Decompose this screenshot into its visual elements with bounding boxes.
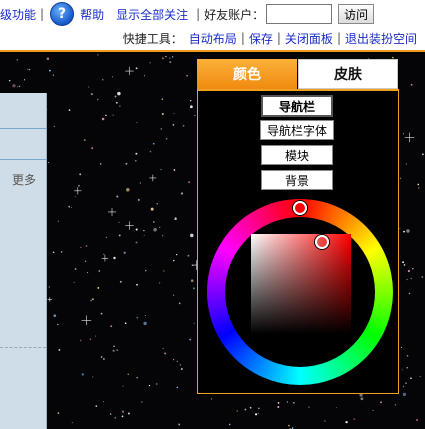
auto-layout-link[interactable]: 自动布局	[189, 30, 237, 47]
quick-tools-label: 快捷工具：	[122, 31, 183, 46]
separator: |	[276, 31, 281, 45]
toolbar-row-main: 级功能 | ? 帮助 显示全部关注 | 好友账户： 访问	[0, 2, 375, 26]
tab-skin[interactable]: 皮肤	[298, 59, 398, 89]
show-all-follows-link[interactable]: 显示全部关注	[116, 6, 188, 23]
separator: |	[336, 31, 341, 45]
visit-button[interactable]: 访问	[338, 4, 375, 24]
separator: |	[196, 7, 201, 21]
side-module: 更多	[0, 93, 47, 429]
more-link[interactable]: 更多	[12, 171, 36, 188]
color-panel-body: 导航栏 导航栏字体 模块 背景	[197, 89, 399, 394]
friend-account-input[interactable]	[266, 4, 333, 24]
tab-color[interactable]: 颜色	[197, 59, 297, 89]
dashed-divider	[0, 347, 46, 348]
option-navbar[interactable]: 导航栏	[261, 95, 333, 117]
separator: |	[240, 31, 245, 45]
side-divider	[0, 159, 46, 160]
friend-account-label: 好友账户：	[204, 7, 265, 22]
upgrade-features-link[interactable]: 级功能	[0, 6, 36, 23]
help-link[interactable]: 帮助	[80, 6, 104, 23]
top-toolbar: 级功能 | ? 帮助 显示全部关注 | 好友账户： 访问 快捷工具： 自动布局 …	[0, 0, 425, 50]
color-wheel[interactable]	[207, 199, 393, 385]
side-divider	[0, 128, 46, 129]
hue-handle[interactable]	[293, 201, 307, 215]
exit-decorate-link[interactable]: 退出装扮空间	[345, 30, 417, 47]
skin-panel: 颜色 皮肤 导航栏 导航栏字体 模块 背景	[197, 59, 399, 394]
save-link[interactable]: 保存	[249, 30, 273, 47]
sv-handle[interactable]	[315, 235, 329, 249]
option-module[interactable]: 模块	[261, 145, 333, 165]
saturation-value-square[interactable]	[251, 234, 351, 334]
help-icon[interactable]: ?	[50, 2, 75, 26]
quick-tools-row: 快捷工具： 自动布局 | 保存 | 关闭面板 | 退出装扮空间	[123, 30, 417, 46]
option-navbar-font[interactable]: 导航栏字体	[260, 120, 334, 140]
option-background[interactable]: 背景	[261, 170, 333, 190]
separator: |	[40, 7, 45, 21]
close-panel-link[interactable]: 关闭面板	[285, 30, 333, 47]
